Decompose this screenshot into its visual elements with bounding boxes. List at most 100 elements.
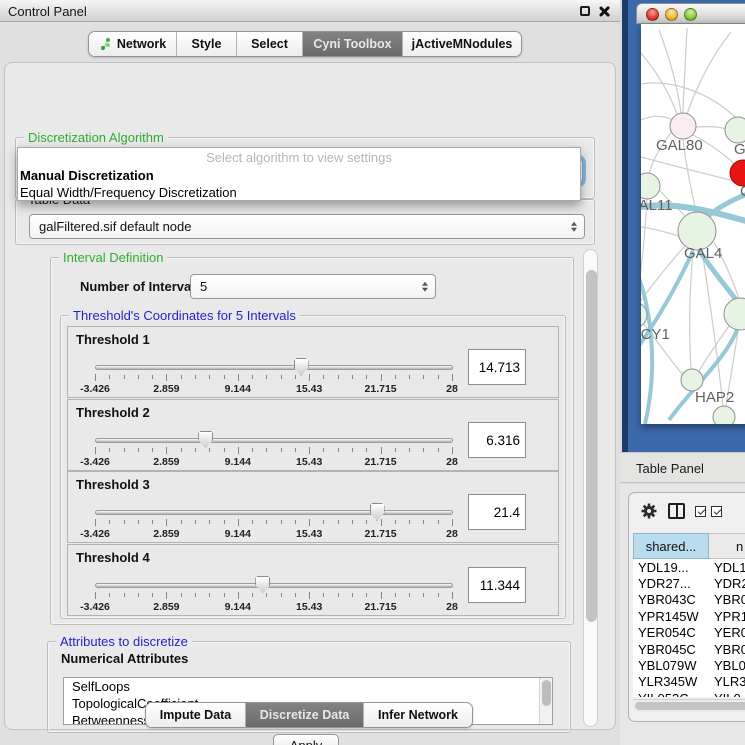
close-traffic-light-icon[interactable] bbox=[646, 8, 659, 21]
table-data-combobox[interactable]: galFiltered.sif default node bbox=[29, 214, 585, 239]
float-icon[interactable] bbox=[580, 6, 590, 16]
tab-network[interactable]: Network bbox=[89, 32, 177, 56]
network-edge[interactable] bbox=[641, 226, 679, 236]
network-canvas[interactable]: GAL80GACGAL11GAL4GCY1HHAP2 bbox=[641, 24, 745, 424]
close-icon[interactable] bbox=[598, 5, 611, 18]
tick-mark bbox=[124, 593, 125, 597]
column-header-shared-name[interactable]: shared... bbox=[633, 533, 709, 559]
tick-label: 9.144 bbox=[225, 383, 251, 395]
threshold-value-field[interactable]: 14.713 bbox=[468, 349, 526, 385]
num-intervals-combobox[interactable]: 5 bbox=[190, 274, 436, 299]
cell-shared-name: YBL079W bbox=[633, 658, 709, 673]
tick-mark bbox=[266, 593, 267, 597]
tick-label: 21.715 bbox=[365, 383, 397, 395]
network-edge[interactable] bbox=[690, 251, 693, 369]
tick-mark bbox=[238, 519, 239, 526]
interval-group-title: Interval Definition bbox=[59, 250, 167, 265]
tab-discretize-data[interactable]: Discretize Data bbox=[246, 703, 364, 727]
threshold-panel-4: Threshold 4-3.4262.8599.14415.4321.71528… bbox=[67, 544, 559, 616]
tab-infer-network[interactable]: Infer Network bbox=[364, 703, 472, 727]
node-label: HAP2 bbox=[695, 389, 734, 406]
slider-thumb[interactable] bbox=[198, 431, 213, 449]
network-node-hap2[interactable] bbox=[681, 369, 703, 391]
scrollbar-thumb[interactable] bbox=[542, 680, 551, 706]
tick-mark bbox=[323, 520, 324, 524]
threshold-value-field[interactable]: 6.316 bbox=[468, 422, 526, 458]
attributes-list-scrollbar[interactable] bbox=[539, 678, 552, 724]
tab-style[interactable]: Style bbox=[177, 32, 237, 56]
network-edge[interactable] bbox=[683, 28, 687, 113]
threshold-value-field[interactable]: 11.344 bbox=[468, 567, 526, 603]
dropdown-option-manual-discretization[interactable]: Manual Discretization bbox=[18, 167, 580, 184]
dropdown-option-equal-width-frequency-discretization[interactable]: Equal Width/Frequency Discretization bbox=[18, 184, 580, 201]
tab-jactivemnodules[interactable]: jActiveMNodules bbox=[403, 32, 521, 56]
tab-impute-data[interactable]: Impute Data bbox=[146, 703, 246, 727]
tick-mark bbox=[323, 448, 324, 452]
network-node-h[interactable] bbox=[724, 298, 745, 330]
network-edge[interactable] bbox=[659, 30, 681, 113]
attribute-item-selfloops[interactable]: SelfLoops bbox=[64, 678, 552, 695]
slider-thumb[interactable] bbox=[294, 358, 309, 376]
cell-name: YBR0 bbox=[709, 642, 745, 657]
tick-mark bbox=[409, 375, 410, 379]
slider-track[interactable] bbox=[95, 510, 453, 515]
tick-mark bbox=[266, 375, 267, 379]
table-row[interactable]: YBR045CYBR0 bbox=[633, 641, 745, 657]
threshold-value-field[interactable]: 21.4 bbox=[468, 494, 526, 530]
threshold-label: Threshold 1 bbox=[76, 332, 150, 347]
panel-scrollbar[interactable] bbox=[583, 249, 598, 727]
tick-label: 9.144 bbox=[225, 528, 251, 540]
network-edge[interactable] bbox=[687, 32, 731, 114]
table-row[interactable]: YPR145WYPR1 bbox=[633, 608, 745, 624]
checkbox-icon[interactable] bbox=[695, 506, 706, 517]
tick-mark bbox=[166, 519, 167, 526]
network-edge[interactable] bbox=[641, 246, 685, 306]
table-row[interactable]: YER054CYER0 bbox=[633, 625, 745, 641]
tick-mark bbox=[209, 375, 210, 379]
table-row[interactable]: YBR043CYBR0 bbox=[633, 592, 745, 608]
tick-mark bbox=[109, 520, 110, 524]
table-row[interactable]: YLR345WYLR3 bbox=[633, 674, 745, 690]
slider-track[interactable] bbox=[95, 365, 453, 370]
cell-shared-name: YDR27... bbox=[633, 576, 709, 591]
network-node-ga[interactable] bbox=[725, 117, 745, 143]
checkbox-icon[interactable] bbox=[711, 506, 722, 517]
table-panel: shared... n YDL19...YDL1YDR27...YDR2YBR0… bbox=[620, 484, 745, 745]
network-edge[interactable] bbox=[641, 44, 677, 114]
table-row[interactable]: YIL052CYIL0 bbox=[633, 690, 745, 697]
zoom-traffic-light-icon[interactable] bbox=[684, 8, 697, 21]
tick-mark bbox=[124, 448, 125, 452]
algorithm-dropdown-popup: Select algorithm to view settings Manual… bbox=[17, 147, 581, 201]
network-edge[interactable] bbox=[695, 127, 726, 129]
tab-cyni-toolbox[interactable]: Cyni Toolbox bbox=[303, 32, 403, 56]
tick-label: 2.859 bbox=[153, 601, 179, 613]
tick-mark bbox=[152, 448, 153, 452]
tick-mark bbox=[266, 520, 267, 524]
node-label: GAL11 bbox=[641, 197, 673, 214]
network-window-titlebar[interactable] bbox=[636, 3, 745, 24]
table-hscrollbar[interactable] bbox=[633, 699, 745, 712]
tick-mark bbox=[381, 447, 382, 454]
network-node[interactable] bbox=[713, 406, 735, 424]
table-row[interactable]: YBL079WYBL0 bbox=[633, 657, 745, 673]
network-node-gal11[interactable] bbox=[641, 173, 660, 199]
tick-mark bbox=[252, 375, 253, 379]
minimize-traffic-light-icon[interactable] bbox=[665, 8, 678, 21]
table-row[interactable]: YDL19...YDL1 bbox=[633, 559, 745, 575]
scrollbar-thumb[interactable] bbox=[635, 702, 745, 710]
table-row[interactable]: YDR27...YDR2 bbox=[633, 575, 745, 591]
slider-thumb[interactable] bbox=[370, 503, 385, 521]
network-edge[interactable] bbox=[641, 83, 736, 118]
columns-icon[interactable] bbox=[668, 503, 685, 519]
column-header-name[interactable]: n bbox=[709, 533, 745, 559]
gear-icon[interactable] bbox=[640, 502, 658, 525]
slider-thumb[interactable] bbox=[255, 576, 270, 594]
scrollbar-thumb[interactable] bbox=[586, 270, 597, 622]
cell-shared-name: YER054C bbox=[633, 625, 709, 640]
slider-track[interactable] bbox=[95, 583, 453, 588]
network-node-gal80[interactable] bbox=[670, 113, 696, 139]
network-edge[interactable] bbox=[702, 251, 723, 406]
apply-button[interactable]: Apply bbox=[273, 734, 339, 745]
tab-select[interactable]: Select bbox=[237, 32, 303, 56]
slider-track[interactable] bbox=[95, 438, 453, 443]
